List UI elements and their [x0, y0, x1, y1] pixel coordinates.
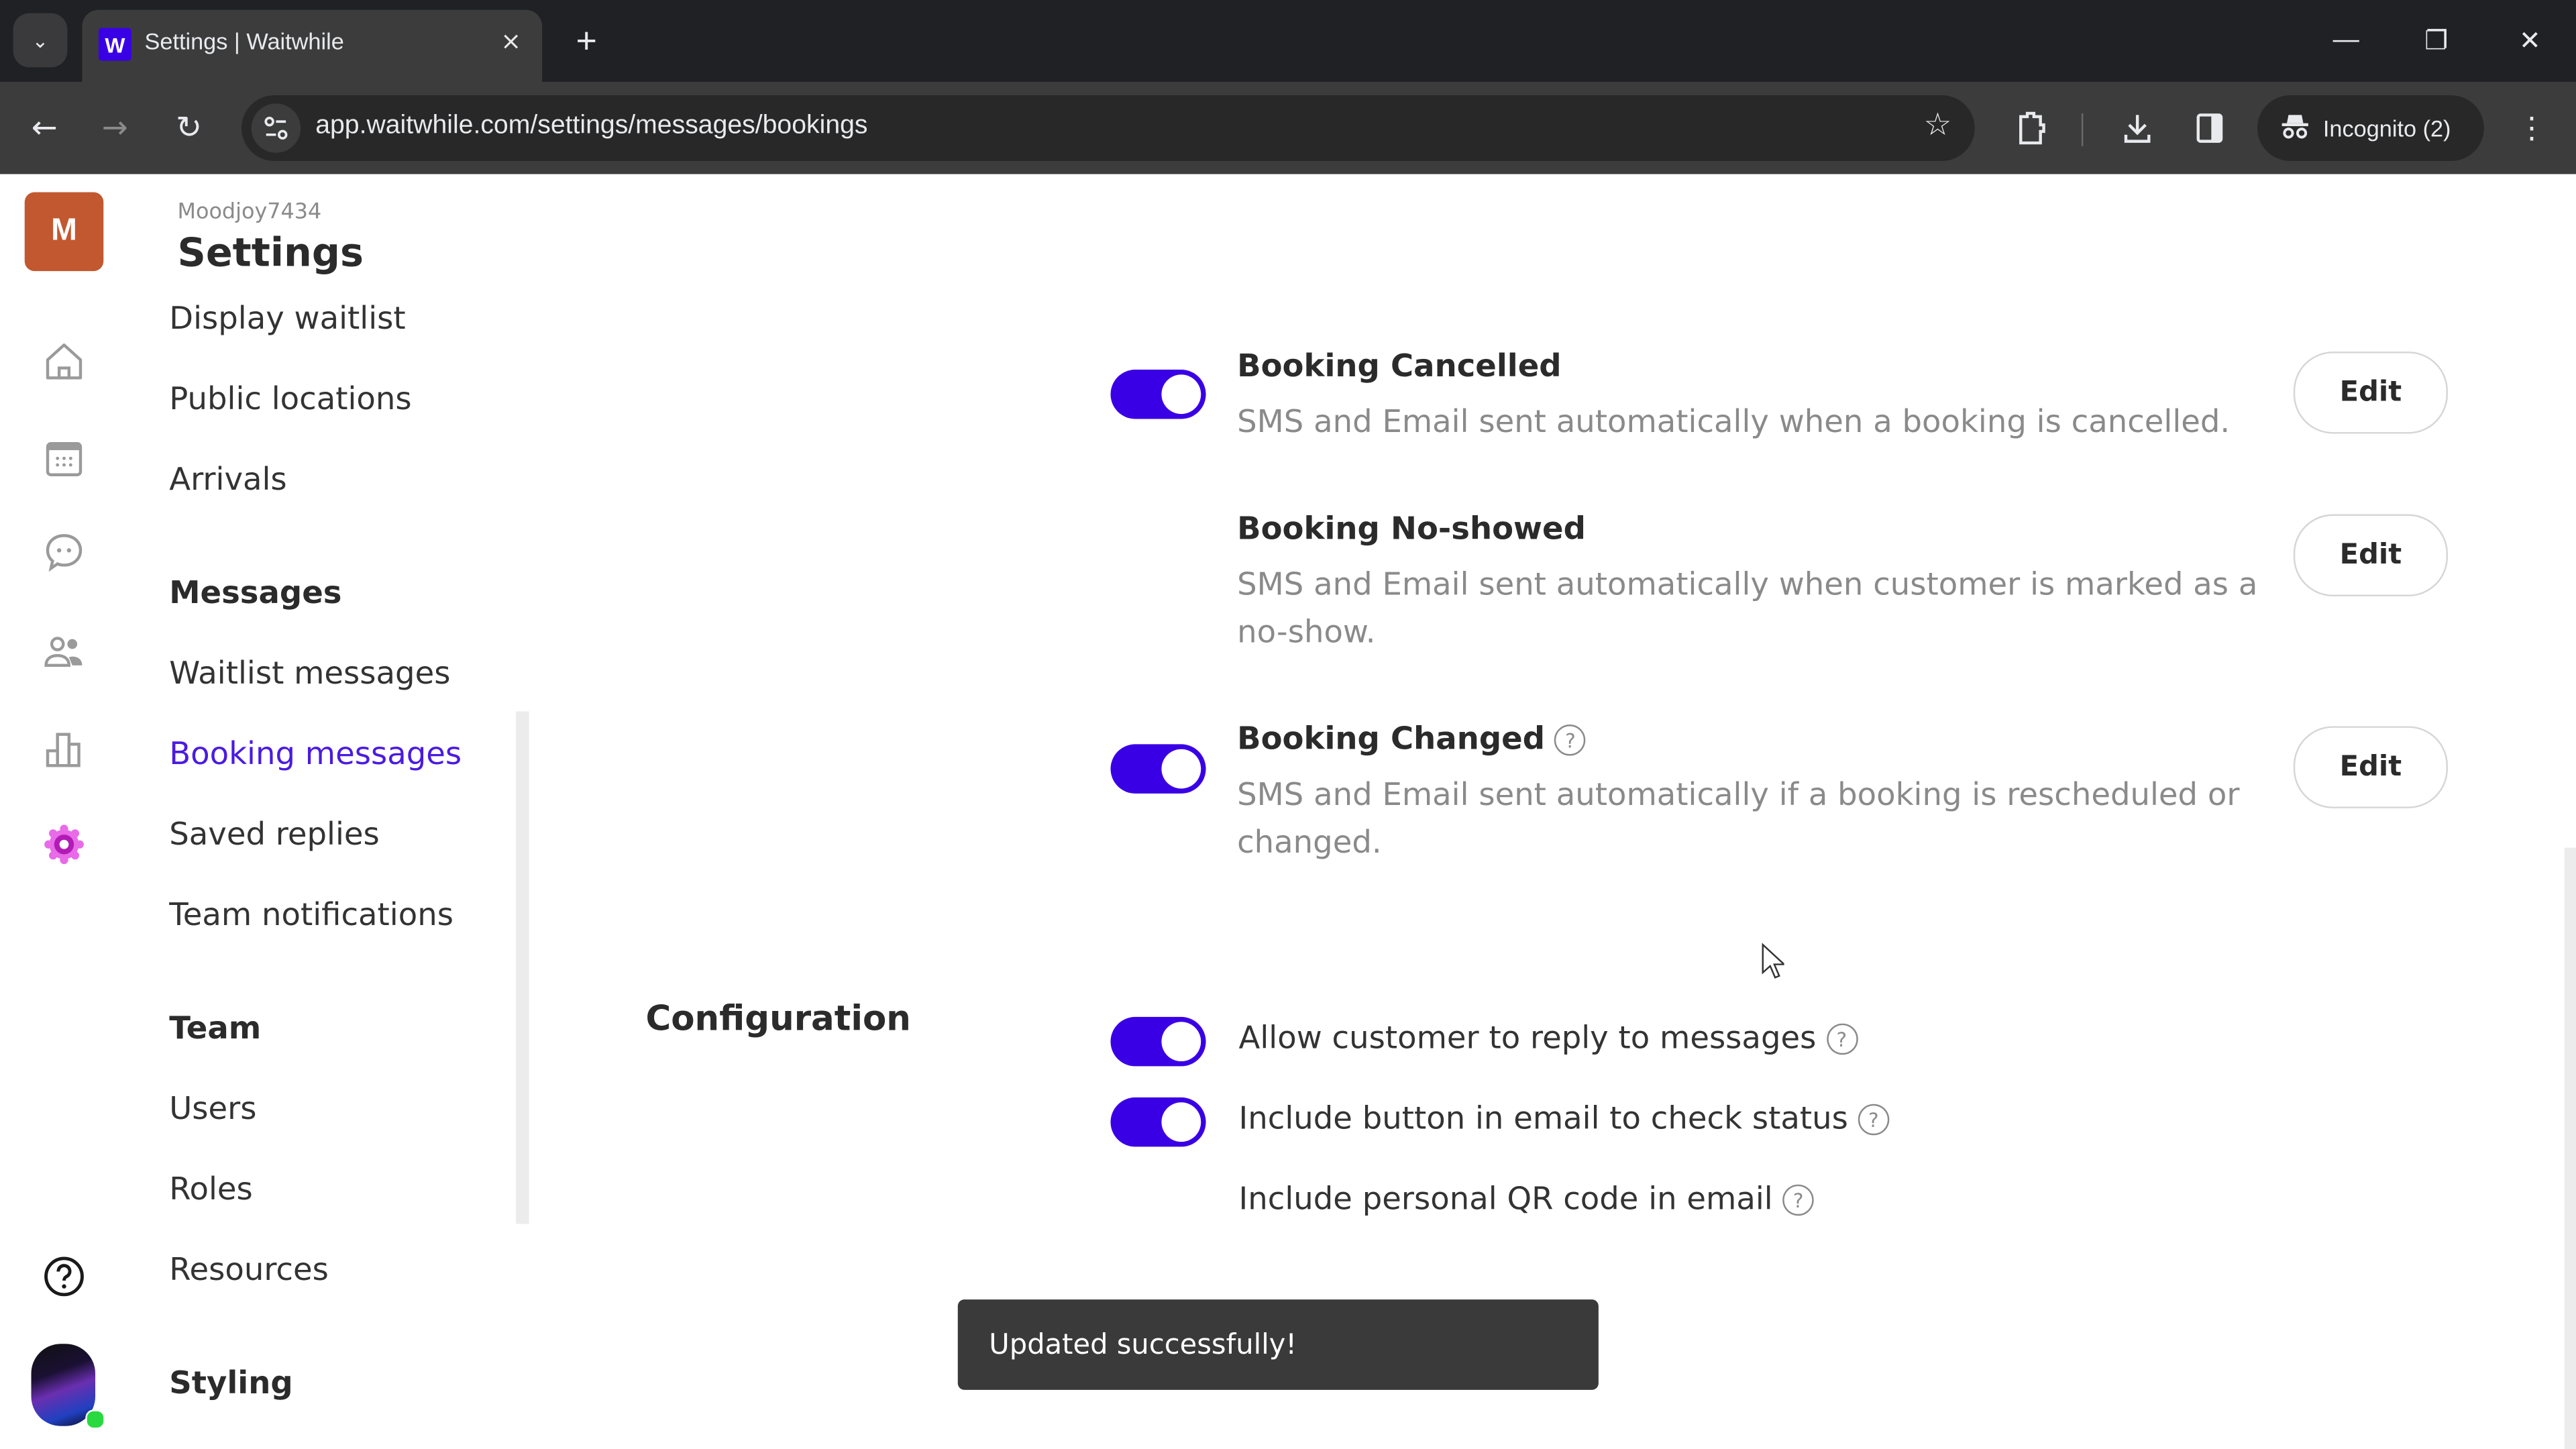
configuration-heading: Configuration — [645, 998, 911, 1038]
nav-heading-messages: Messages — [169, 575, 342, 612]
toggle-knob — [1161, 374, 1201, 415]
nav-item-booking-messages[interactable]: Booking messages — [169, 736, 462, 772]
app-rail: M — [0, 174, 129, 1449]
tab-search-button[interactable]: ⌄ — [13, 13, 68, 68]
users-icon[interactable] — [40, 628, 89, 677]
screen: ⌄ W Settings | Waitwhile × + — ❐ ✕ ← → ↻… — [0, 0, 2576, 1449]
browser-menu-icon[interactable]: ⋮ — [2510, 105, 2553, 152]
restore-icon[interactable]: ❐ — [2412, 16, 2461, 65]
help-icon[interactable]: ? — [1858, 1104, 1890, 1136]
address-bar[interactable]: app.waitwhile.com/settings/messages/book… — [241, 95, 1975, 162]
org-name: Moodjoy7434 — [177, 200, 322, 225]
nav-item-saved-replies[interactable]: Saved replies — [169, 816, 380, 853]
toggle-knob — [1161, 1022, 1201, 1062]
nav-item-waitlist-messages[interactable]: Waitlist messages — [169, 655, 450, 692]
toggle-knob — [1161, 749, 1201, 789]
message-row-booking-cancelled: Booking Cancelled SMS and Email sent aut… — [531, 338, 2576, 453]
message-title: Booking Changed? — [1237, 721, 1587, 757]
mouse-cursor-icon — [1762, 943, 1784, 979]
settings-sidebar: Moodjoy7434 Settings Display waitlist Pu… — [128, 174, 531, 1449]
tab-title: Settings | Waitwhile — [144, 28, 344, 54]
message-description: SMS and Email sent automatically if a bo… — [1237, 777, 2240, 861]
help-icon[interactable]: ? — [1554, 724, 1587, 756]
nav-item-team-notifications[interactable]: Team notifications — [169, 897, 453, 933]
back-icon[interactable]: ← — [21, 105, 68, 152]
org-avatar[interactable]: M — [24, 192, 104, 272]
booking-cancelled-toggle[interactable] — [1110, 370, 1206, 419]
toast-message: Updated successfully! — [989, 1328, 1297, 1361]
edit-booking-changed-button[interactable]: Edit — [2293, 726, 2449, 808]
main-scrollbar[interactable] — [2564, 847, 2576, 1449]
message-title: Booking No-showed — [1237, 511, 1586, 547]
chat-icon[interactable] — [40, 527, 89, 576]
toast-notification: Updated successfully! — [957, 1299, 1599, 1390]
page-title: Settings — [177, 229, 364, 276]
close-window-icon[interactable]: ✕ — [2506, 16, 2555, 65]
booking-changed-toggle[interactable] — [1110, 744, 1206, 794]
config-check-status-button: Include button in email to check status? — [1110, 1097, 2425, 1150]
browser-tab[interactable]: W Settings | Waitwhile × — [82, 9, 543, 83]
help-icon[interactable]: ? — [1782, 1184, 1814, 1216]
message-row-booking-no-showed: Booking No-showed SMS and Email sent aut… — [531, 502, 2576, 667]
message-description: SMS and Email sent automatically when a … — [1237, 404, 2231, 441]
reload-icon[interactable]: ↻ — [166, 105, 212, 152]
config-qr-code: Include personal QR code in email? — [1111, 1178, 2425, 1230]
site-info-icon[interactable] — [251, 103, 301, 153]
calendar-icon[interactable] — [40, 434, 89, 483]
incognito-label: Incognito (2) — [2322, 115, 2451, 142]
nav-item-arrivals[interactable]: Arrivals — [169, 462, 286, 498]
incognito-icon — [2280, 113, 2310, 144]
config-label: Include button in email to check status? — [1238, 1100, 1890, 1137]
config-label: Allow customer to reply to messages? — [1239, 1020, 1858, 1057]
allow-reply-toggle[interactable] — [1110, 1016, 1206, 1067]
settings-icon[interactable] — [40, 820, 89, 869]
nav-heading-team: Team — [169, 1010, 262, 1047]
minimize-icon[interactable]: — — [2321, 16, 2370, 65]
edit-booking-cancelled-button[interactable]: Edit — [2293, 352, 2449, 434]
config-label-text: Include button in email to check status — [1238, 1100, 1848, 1137]
browser-toolbar: ← → ↻ app.waitwhile.com/settings/message… — [0, 82, 2576, 174]
bookmark-star-icon[interactable]: ☆ — [1924, 107, 1952, 143]
toggle-knob — [1161, 1102, 1201, 1142]
check-status-toggle[interactable] — [1110, 1097, 1206, 1147]
close-tab-icon[interactable]: × — [493, 23, 529, 59]
message-title-text: Booking Changed — [1237, 721, 1546, 757]
nav-item-users[interactable]: Users — [169, 1091, 256, 1127]
nav-item-public-locations[interactable]: Public locations — [169, 381, 411, 417]
main-content: Booking Cancelled SMS and Email sent aut… — [531, 174, 2576, 1449]
forward-icon[interactable]: → — [92, 105, 138, 152]
home-icon[interactable] — [40, 337, 89, 386]
nav-item-roles[interactable]: Roles — [169, 1171, 253, 1208]
chevron-down-icon: ⌄ — [32, 28, 49, 52]
settings-sidebar-scrollbar[interactable] — [515, 711, 529, 1224]
incognito-indicator[interactable]: Incognito (2) — [2257, 95, 2484, 162]
browser-tab-bar: ⌄ W Settings | Waitwhile × + — ❐ ✕ — [0, 0, 2576, 83]
help-icon[interactable] — [40, 1252, 89, 1301]
config-label-text: Include personal QR code in email — [1238, 1181, 1773, 1218]
message-description: SMS and Email sent automatically when cu… — [1237, 566, 2258, 651]
nav-item-display-waitlist[interactable]: Display waitlist — [169, 301, 405, 337]
toolbar-divider — [2081, 113, 2084, 146]
nav-item-resources[interactable]: Resources — [169, 1252, 329, 1288]
new-tab-button[interactable]: + — [565, 19, 608, 62]
online-status-badge — [85, 1409, 105, 1430]
url-text[interactable]: app.waitwhile.com/settings/messages/book… — [315, 112, 867, 142]
download-icon[interactable] — [2114, 105, 2161, 152]
message-row-booking-changed: Booking Changed? SMS and Email sent auto… — [531, 713, 2576, 877]
config-label: Include personal QR code in email? — [1239, 1181, 1814, 1218]
extensions-icon[interactable] — [2008, 105, 2054, 152]
message-title: Booking Cancelled — [1237, 348, 1562, 385]
config-label-text: Allow customer to reply to messages — [1238, 1020, 1817, 1057]
edit-booking-no-showed-button[interactable]: Edit — [2293, 514, 2449, 596]
help-icon[interactable]: ? — [1826, 1023, 1858, 1055]
config-allow-reply: Allow customer to reply to messages? — [1110, 1016, 2425, 1069]
side-panel-icon[interactable] — [2187, 105, 2233, 152]
nav-heading-styling: Styling — [169, 1365, 293, 1401]
analytics-icon[interactable] — [40, 724, 89, 773]
waitwhile-favicon-icon: W — [98, 28, 131, 61]
